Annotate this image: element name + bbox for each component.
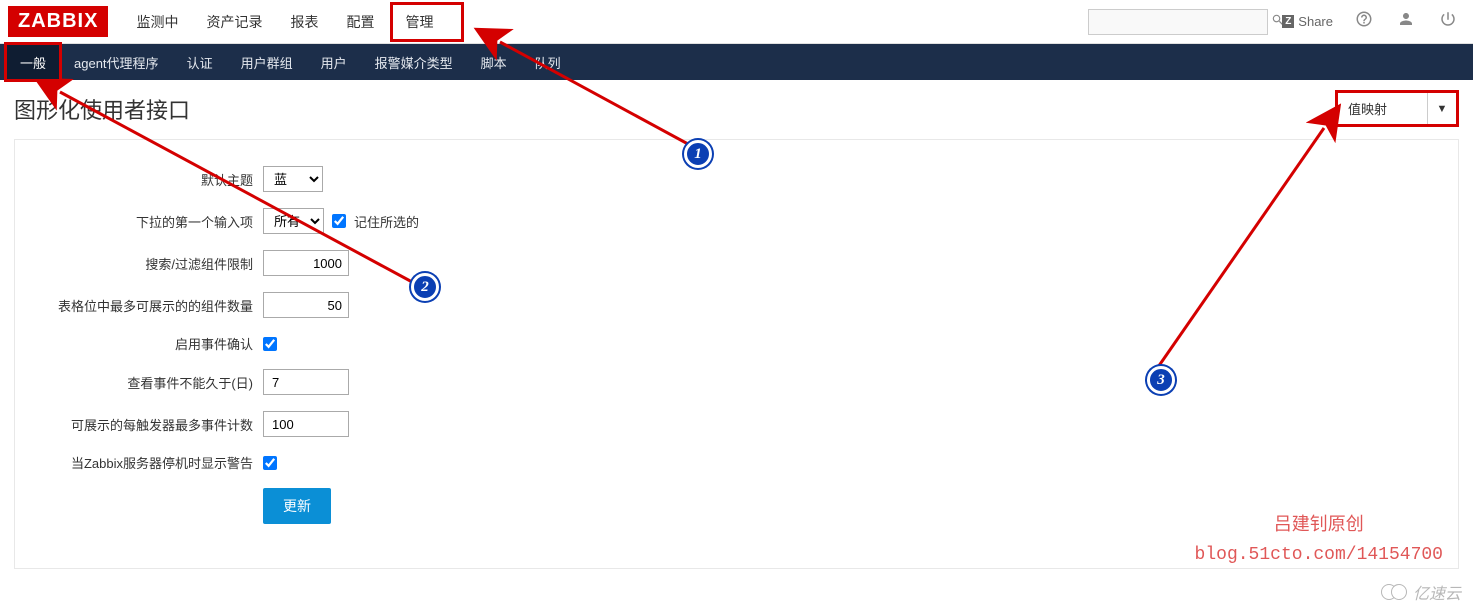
- footer-brand: 亿速云: [1387, 580, 1461, 604]
- callout-2: 2: [411, 273, 439, 301]
- label-event-days: 查看事件不能久于(日): [35, 373, 263, 392]
- label-max-items: 表格位中最多可展示的的组件数量: [35, 296, 263, 315]
- help-icon[interactable]: [1347, 10, 1381, 33]
- watermark: 吕建钊原创 blog.51cto.com/14154700: [1195, 512, 1443, 570]
- search-input[interactable]: [1095, 14, 1271, 29]
- label-max-triggers: 可展示的每触发器最多事件计数: [35, 415, 263, 434]
- select-first-input[interactable]: 所有: [263, 208, 324, 234]
- checkbox-enable-ack[interactable]: [263, 337, 277, 351]
- search-box[interactable]: [1088, 9, 1268, 35]
- footer-brand-text: 亿速云: [1413, 580, 1461, 604]
- share-button[interactable]: Z Share: [1276, 14, 1339, 29]
- subnav-auth[interactable]: 认证: [173, 44, 227, 80]
- watermark-url: blog.51cto.com/14154700: [1195, 541, 1443, 570]
- topnav-monitor[interactable]: 监测中: [124, 2, 190, 42]
- chevron-down-icon: ▼: [1428, 95, 1456, 123]
- subnav-scripts[interactable]: 脚本: [467, 44, 521, 80]
- row-max-triggers: 可展示的每触发器最多事件计数: [35, 411, 1438, 437]
- subnav-usergroups[interactable]: 用户群组: [227, 44, 307, 80]
- topnav-admin[interactable]: 管理: [390, 2, 464, 42]
- logo: ZABBIX: [8, 6, 108, 37]
- topnav: 监测中 资产记录 报表 配置 管理: [124, 2, 464, 42]
- watermark-author: 吕建钊原创: [1195, 512, 1443, 541]
- callout-1: 1: [684, 140, 712, 168]
- topnav-config[interactable]: 配置: [334, 2, 386, 42]
- label-show-warn: 当Zabbix服务器停机时显示警告: [35, 453, 263, 472]
- page-dropdown[interactable]: 值映射 ▼: [1335, 90, 1459, 127]
- topbar-right: Z Share: [1088, 9, 1465, 35]
- label-search-limit: 搜索/过滤组件限制: [35, 254, 263, 273]
- share-z-icon: Z: [1282, 15, 1294, 28]
- checkbox-show-warn[interactable]: [263, 456, 277, 470]
- label-default-theme: 默认主题: [35, 170, 263, 189]
- topnav-reports[interactable]: 报表: [278, 2, 330, 42]
- input-max-items[interactable]: [263, 292, 349, 318]
- input-max-triggers[interactable]: [263, 411, 349, 437]
- infinity-icon: [1387, 584, 1407, 600]
- page-header: 图形化使用者接口 值映射 ▼: [0, 80, 1473, 139]
- subnav: 一般 agent代理程序 认证 用户群组 用户 报警媒介类型 脚本 队列: [0, 44, 1473, 80]
- page-title: 图形化使用者接口: [14, 93, 1335, 125]
- page-dropdown-label: 值映射: [1338, 93, 1428, 124]
- checkbox-remember[interactable]: [332, 214, 346, 228]
- power-icon[interactable]: [1431, 10, 1465, 33]
- subnav-general[interactable]: 一般: [6, 44, 60, 80]
- row-first-input: 下拉的第一个输入项 所有 记住所选的: [35, 208, 1438, 234]
- subnav-users[interactable]: 用户: [307, 44, 361, 80]
- subnav-mediatypes[interactable]: 报警媒介类型: [361, 44, 467, 80]
- row-default-theme: 默认主题 蓝: [35, 166, 1438, 192]
- subnav-proxies[interactable]: agent代理程序: [60, 44, 173, 80]
- subnav-queue[interactable]: 队列: [521, 44, 575, 80]
- topbar: ZABBIX 监测中 资产记录 报表 配置 管理 Z Share: [0, 0, 1473, 44]
- label-first-input: 下拉的第一个输入项: [35, 212, 263, 231]
- row-show-warn: 当Zabbix服务器停机时显示警告: [35, 453, 1438, 472]
- row-enable-ack: 启用事件确认: [35, 334, 1438, 353]
- settings-panel: 默认主题 蓝 下拉的第一个输入项 所有 记住所选的 搜索/过滤组件限制: [14, 139, 1459, 569]
- callout-3: 3: [1147, 366, 1175, 394]
- share-label: Share: [1298, 14, 1333, 29]
- row-search-limit: 搜索/过滤组件限制: [35, 250, 1438, 276]
- select-default-theme[interactable]: 蓝: [263, 166, 323, 192]
- topnav-inventory[interactable]: 资产记录: [194, 2, 274, 42]
- label-remember: 记住所选的: [354, 212, 419, 231]
- label-enable-ack: 启用事件确认: [35, 334, 263, 353]
- update-button[interactable]: 更新: [263, 488, 331, 524]
- input-event-days[interactable]: [263, 369, 349, 395]
- user-icon[interactable]: [1389, 10, 1423, 33]
- row-event-days: 查看事件不能久于(日): [35, 369, 1438, 395]
- row-max-items: 表格位中最多可展示的的组件数量: [35, 292, 1438, 318]
- input-search-limit[interactable]: [263, 250, 349, 276]
